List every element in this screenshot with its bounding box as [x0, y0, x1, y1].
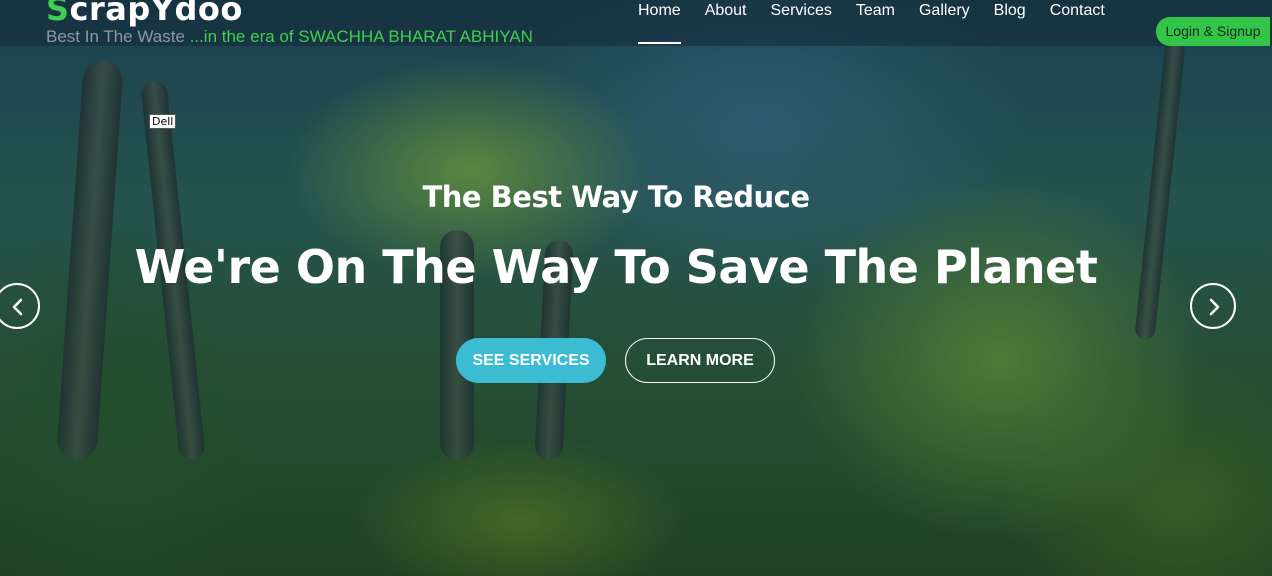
see-services-button[interactable]: SEE SERVICES	[456, 338, 606, 383]
carousel-next-button[interactable]	[1190, 283, 1236, 329]
cursor-tooltip: Dell	[149, 114, 177, 129]
chevron-right-icon	[1209, 298, 1220, 316]
hero-subtitle: The Best Way To Reduce	[422, 180, 810, 214]
nav-item-team[interactable]: Team	[844, 1, 907, 43]
logo-first-letter: S	[46, 0, 70, 28]
site-tagline: Best In The Waste ...in the era of SWACH…	[46, 27, 533, 47]
nav-item-home[interactable]: Home	[626, 1, 693, 44]
main-nav: Home About Services Team Gallery Blog Co…	[626, 1, 1117, 44]
login-signup-button[interactable]: Login & Signup	[1156, 17, 1270, 46]
nav-item-blog[interactable]: Blog	[982, 1, 1038, 43]
nav-item-about[interactable]: About	[693, 1, 759, 43]
tagline-muted: Best In The Waste	[46, 27, 185, 46]
tagline-green: ...in the era of SWACHHA BHARAT ABHIYAN	[184, 27, 533, 46]
logo-rest: crapYdoo	[69, 0, 243, 28]
site-logo[interactable]: ScrapYdoo	[46, 0, 243, 28]
chevron-left-icon	[12, 298, 23, 316]
learn-more-button[interactable]: LEARN MORE	[625, 338, 775, 383]
nav-item-contact[interactable]: Contact	[1038, 1, 1117, 43]
hero-section: ScrapYdoo Best In The Waste ...in the er…	[0, 0, 1272, 576]
nav-item-services[interactable]: Services	[759, 1, 844, 43]
nav-item-gallery[interactable]: Gallery	[907, 1, 982, 43]
hero-title: We're On The Way To Save The Planet	[134, 240, 1098, 294]
